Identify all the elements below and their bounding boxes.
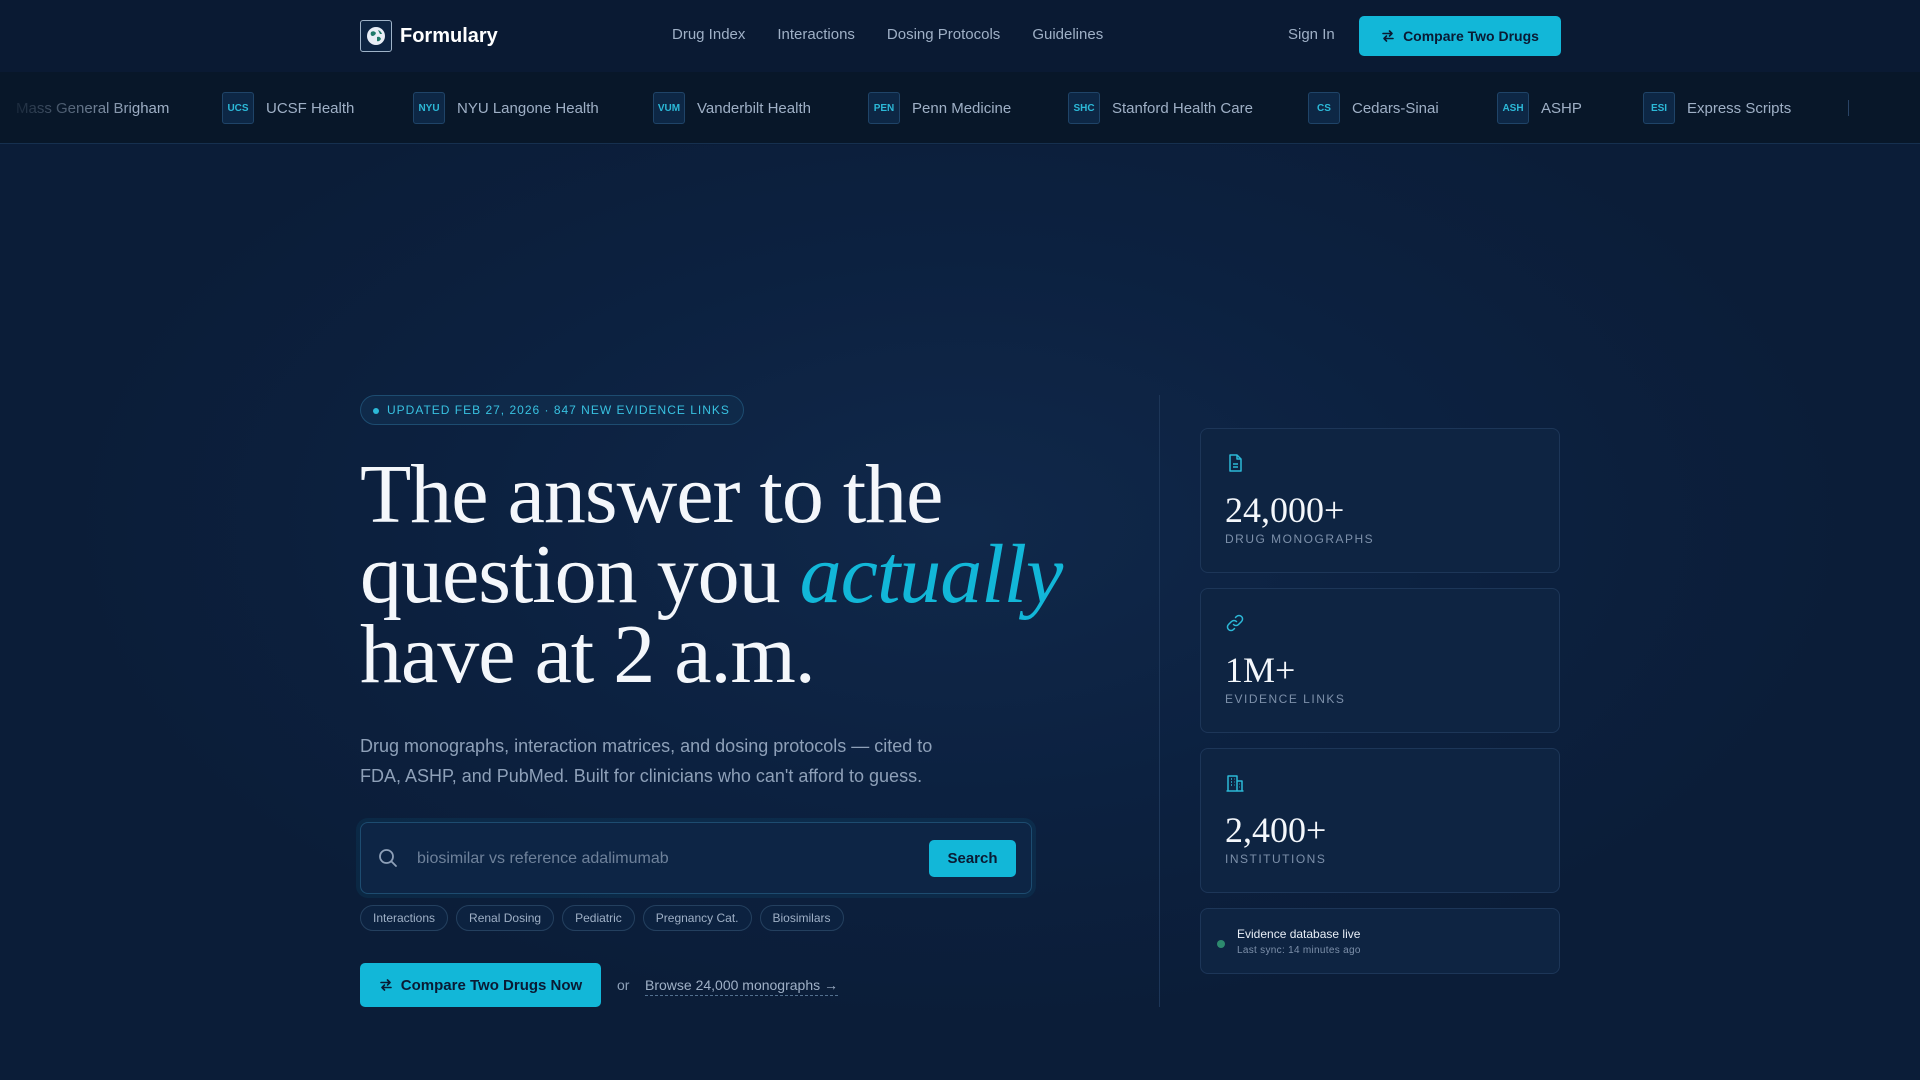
update-pill: UPDATED FEB 27, 2026 · 847 NEW EVIDENCE … — [360, 395, 744, 425]
database-status-card: Evidence database live Last sync: 14 min… — [1200, 908, 1560, 974]
stat-label: DRUG MONOGRAPHS — [1225, 532, 1375, 546]
marquee-item: ASH ASHP — [1497, 92, 1582, 124]
institution-name: Penn Medicine — [912, 99, 1012, 117]
institution-badge: ESI — [1643, 92, 1675, 124]
document-icon — [1229, 454, 1242, 472]
stat-value: 1M+ — [1225, 650, 1296, 690]
institution-name: Stanford Health Care — [1112, 99, 1253, 117]
swap-icon — [379, 979, 392, 991]
drug-search-input[interactable] — [417, 845, 897, 873]
institution-name: NYU Langone Health — [457, 99, 599, 117]
institution-badge: SHC — [1068, 92, 1100, 124]
nav-guidelines[interactable]: Guidelines — [1032, 26, 1103, 43]
marquee-item: PEN Penn Medicine — [868, 92, 1011, 124]
search-icon — [379, 849, 397, 867]
stat-card-evidence-links: 1M+ EVIDENCE LINKS — [1200, 588, 1560, 733]
drug-search-bar: Search — [360, 822, 1032, 894]
stat-card-institutions: 2,400+ INSTITUTIONS — [1200, 748, 1560, 893]
institution-badge: UCS — [222, 92, 254, 124]
institution-name: UCSF Health — [266, 99, 355, 117]
headline-emphasis: actually — [799, 528, 1064, 621]
marquee-item: UCS UCSF Health — [222, 92, 354, 124]
institution-badge: PEN — [868, 92, 900, 124]
brand-logo[interactable]: Formulary — [360, 20, 498, 52]
institution-name: ASHP — [1541, 99, 1582, 117]
stat-value: 2,400+ — [1225, 810, 1327, 850]
institution-badge: NYU — [413, 92, 445, 124]
chip-interactions[interactable]: Interactions — [360, 905, 449, 931]
institution-badge: VUM — [653, 92, 685, 124]
nav-dosing-protocols[interactable]: Dosing Protocols — [887, 26, 1000, 43]
chip-pediatric[interactable]: Pediatric — [562, 905, 635, 931]
headline-line-3: have at 2 a.m. — [360, 608, 816, 701]
marquee-item: ESI Express Scripts — [1643, 92, 1791, 124]
status-subtitle: Last sync: 14 minutes ago — [1237, 945, 1361, 956]
stat-value: 24,000+ — [1225, 490, 1345, 530]
swap-icon — [1382, 30, 1394, 42]
marquee-divider — [1848, 100, 1849, 116]
status-title: Evidence database live — [1237, 927, 1361, 941]
live-status-dot — [1217, 940, 1225, 948]
search-button[interactable]: Search — [929, 840, 1016, 877]
quick-filter-chips: Interactions Renal Dosing Pediatric Preg… — [360, 905, 852, 931]
institution-badge: ASH — [1497, 92, 1529, 124]
brand-name: Formulary — [400, 24, 498, 47]
marquee-fade — [0, 72, 140, 143]
institution-name: Express Scripts — [1687, 99, 1792, 117]
browse-monographs-link[interactable]: Browse 24,000 monographs → — [645, 977, 838, 996]
compare-two-drugs-now-label: Compare Two Drugs Now — [400, 976, 583, 994]
chip-biosimilars[interactable]: Biosimilars — [759, 905, 844, 931]
section-divider — [1159, 395, 1160, 1007]
marquee-item: VUM Vanderbilt Health — [653, 92, 811, 124]
institution-badge: CS — [1308, 92, 1340, 124]
chip-renal-dosing[interactable]: Renal Dosing — [456, 905, 555, 931]
institution-name: Vanderbilt Health — [697, 99, 811, 117]
sign-in-link[interactable]: Sign In — [1288, 26, 1335, 43]
link-icon — [1226, 614, 1244, 632]
or-separator: or — [617, 977, 630, 993]
globe-icon — [360, 20, 392, 52]
compare-two-drugs-now-button[interactable]: Compare Two Drugs Now — [360, 963, 601, 1007]
institution-marquee: Mass General Brigham UCS UCSF Health NYU… — [0, 72, 1920, 144]
nav-drug-index[interactable]: Drug Index — [672, 26, 745, 43]
chip-pregnancy-cat[interactable]: Pregnancy Cat. — [642, 905, 752, 931]
main-nav: Drug Index Interactions Dosing Protocols… — [672, 26, 1135, 43]
stat-card-monographs: 24,000+ DRUG MONOGRAPHS — [1200, 428, 1560, 573]
compare-two-drugs-label: Compare Two Drugs — [1403, 28, 1539, 44]
hero-subheadline: Drug monographs, interaction matrices, a… — [360, 736, 933, 786]
stat-label: EVIDENCE LINKS — [1225, 692, 1346, 706]
stat-label: INSTITUTIONS — [1225, 852, 1327, 866]
marquee-item: CS Cedars-Sinai — [1308, 92, 1439, 124]
building-icon — [1226, 775, 1244, 792]
hero-headline: The answer to the question you actually … — [360, 453, 1120, 697]
top-navbar: Formulary Drug Index Interactions Dosing… — [0, 0, 1920, 72]
compare-two-drugs-button[interactable]: Compare Two Drugs — [1359, 16, 1561, 56]
institution-name: Cedars-Sinai — [1352, 99, 1439, 117]
nav-interactions[interactable]: Interactions — [777, 26, 855, 43]
marquee-item: SHC Stanford Health Care — [1068, 92, 1253, 124]
marquee-item: NYU NYU Langone Health — [413, 92, 599, 124]
